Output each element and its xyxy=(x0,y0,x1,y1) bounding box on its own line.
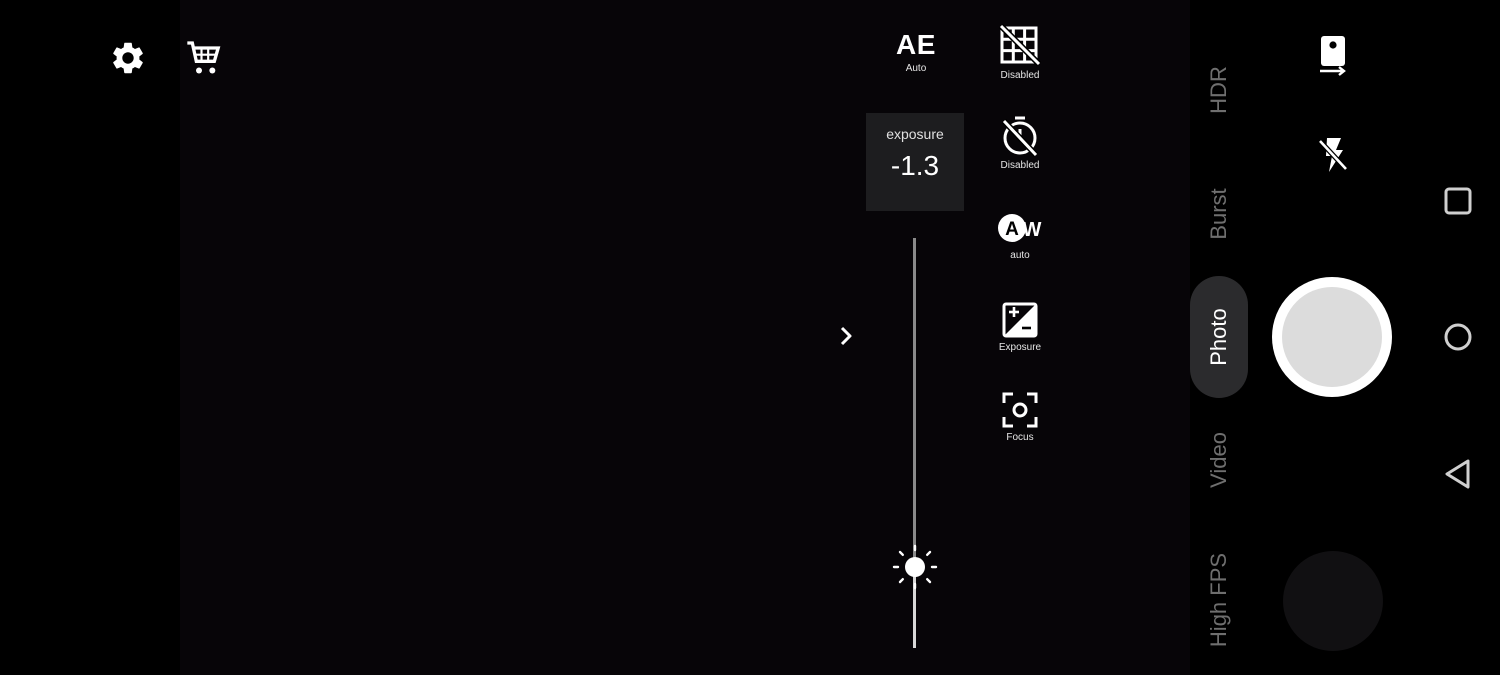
gallery-thumbnail[interactable] xyxy=(1283,551,1383,651)
ae-label: AE xyxy=(896,29,936,60)
svg-text:A: A xyxy=(1005,219,1019,240)
square-icon xyxy=(1444,187,1472,215)
circle-icon xyxy=(1444,323,1472,351)
mode-photo[interactable]: Photo xyxy=(1206,308,1232,366)
nav-home-button[interactable] xyxy=(1440,319,1476,355)
focus-icon xyxy=(1002,392,1038,428)
triangle-back-icon xyxy=(1445,459,1470,489)
gear-icon xyxy=(113,42,143,74)
awb-icon: A W xyxy=(998,214,1042,242)
mode-hdr[interactable]: HDR xyxy=(1206,66,1232,114)
white-balance-label: auto xyxy=(1010,250,1030,261)
switch-camera-button[interactable] xyxy=(1310,32,1356,82)
flash-toggle[interactable] xyxy=(1310,132,1356,178)
nav-back-button[interactable] xyxy=(1440,456,1476,492)
nav-recents-button[interactable] xyxy=(1440,183,1476,219)
exposure-icon xyxy=(1002,302,1038,338)
grid-label: Disabled xyxy=(1000,70,1040,81)
grid-off-icon xyxy=(998,24,1042,67)
mode-video[interactable]: Video xyxy=(1206,432,1232,488)
auto-exposure-toggle[interactable]: AE Auto xyxy=(880,28,952,76)
shutter-button[interactable] xyxy=(1272,277,1392,397)
mode-high-fps[interactable]: High FPS xyxy=(1206,553,1232,647)
exposure-readout: exposure -1.3 xyxy=(866,113,964,211)
shop-button[interactable] xyxy=(182,36,226,80)
ae-value: Auto xyxy=(905,63,927,74)
timer-label: Disabled xyxy=(1000,160,1040,171)
mode-burst[interactable]: Burst xyxy=(1206,188,1232,239)
brightness-sun-icon xyxy=(892,544,938,590)
svg-text:W: W xyxy=(1023,219,1042,241)
exposure-value: -1.3 xyxy=(890,150,940,181)
timer-off-icon xyxy=(1001,116,1039,158)
flash-off-icon xyxy=(1318,138,1348,172)
settings-button[interactable] xyxy=(106,36,150,80)
grid-toggle[interactable]: Disabled xyxy=(990,24,1050,83)
exposure-title: exposure xyxy=(886,126,944,142)
exposure-label: Exposure xyxy=(998,342,1042,353)
cart-icon xyxy=(187,41,221,74)
timer-toggle[interactable]: Disabled xyxy=(990,114,1050,173)
shutter-inner xyxy=(1282,287,1382,387)
switch-camera-icon xyxy=(1320,36,1346,76)
exposure-slider-thumb[interactable] xyxy=(892,544,938,590)
white-balance-toggle[interactable]: A W auto xyxy=(990,208,1050,263)
exposure-toggle[interactable]: Exposure xyxy=(990,300,1050,355)
chevron-right-icon xyxy=(840,326,852,346)
expand-controls-button[interactable] xyxy=(828,318,864,354)
focus-label: Focus xyxy=(1006,432,1034,443)
focus-toggle[interactable]: Focus xyxy=(990,390,1050,445)
